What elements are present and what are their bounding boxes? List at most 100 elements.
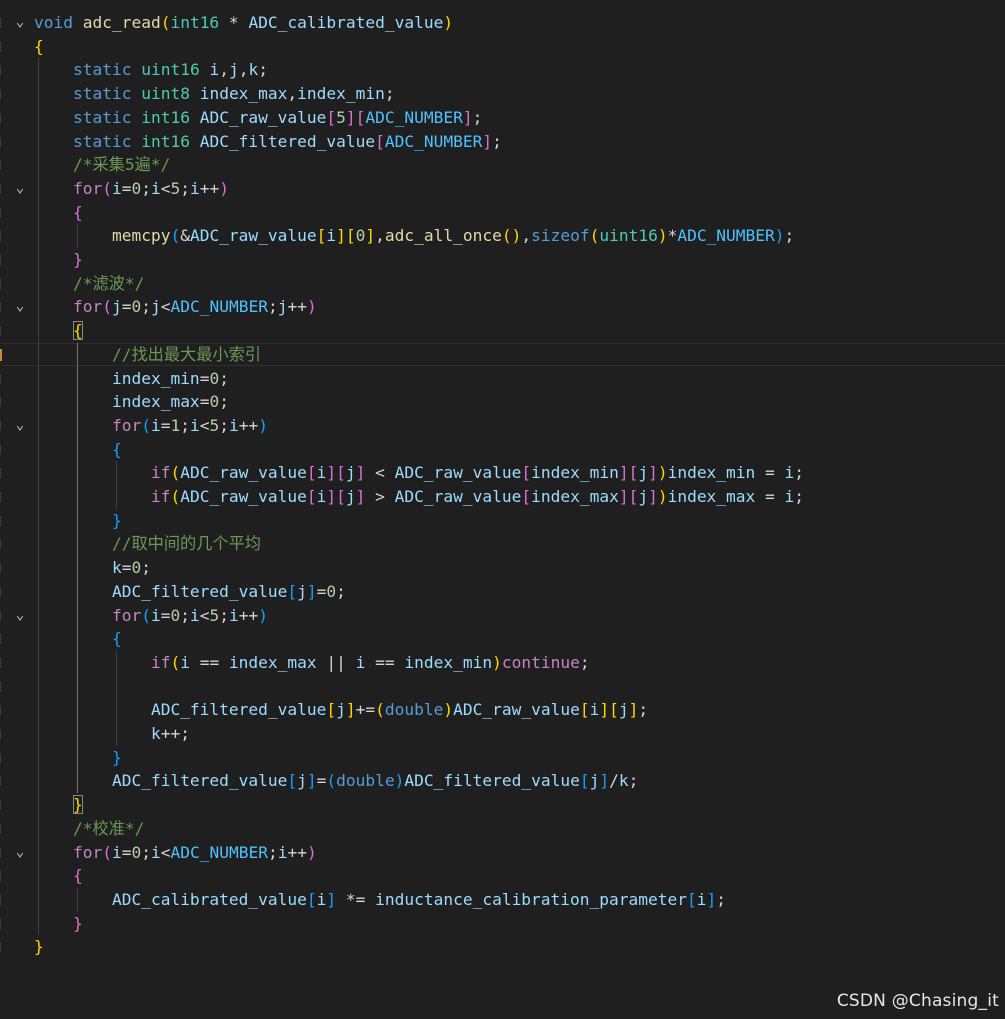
- code-token: ;: [384, 84, 395, 104]
- code-line[interactable]: ⌄ for(i=0;i<ADC_NUMBER;i++): [0, 841, 1005, 865]
- fold-chevron-icon[interactable]: ⌄: [12, 841, 28, 865]
- code-line[interactable]: [0, 675, 1005, 699]
- code-token: ): [492, 652, 502, 672]
- code-line[interactable]: if(ADC_raw_value[i][j] > ADC_raw_value[i…: [0, 485, 1005, 509]
- code-line[interactable]: }: [0, 912, 1005, 936]
- code-token: (: [170, 463, 181, 483]
- code-line[interactable]: }: [0, 248, 1005, 272]
- code-line[interactable]: {: [0, 438, 1005, 462]
- code-line[interactable]: /*滤波*/: [0, 272, 1005, 296]
- code-line[interactable]: }: [0, 793, 1005, 817]
- code-token: ][: [326, 463, 346, 483]
- code-line[interactable]: if(i == index_max || i == index_min)cont…: [0, 651, 1005, 675]
- gutter-marker: [0, 705, 4, 716]
- code-text: /*采集5遍*/: [34, 153, 170, 177]
- code-token: i: [316, 487, 327, 506]
- gutter-marker: [0, 729, 4, 739]
- gutter-marker: [0, 89, 4, 100]
- code-token: ++: [287, 297, 307, 317]
- code-line[interactable]: }: [0, 746, 1005, 770]
- fold-chevron-icon[interactable]: ⌄: [12, 11, 28, 35]
- code-token: =: [755, 463, 785, 483]
- code-token: ;: [638, 700, 649, 720]
- code-line[interactable]: static uint16 i,j,k;: [0, 58, 1005, 82]
- code-token: ): [306, 297, 317, 317]
- code-line[interactable]: static int16 ADC_raw_value[5][ADC_NUMBER…: [0, 106, 1005, 130]
- code-token: =: [316, 771, 327, 791]
- code-line[interactable]: ⌄ for(i=1;i<5;i++): [0, 414, 1005, 438]
- code-line[interactable]: k=0;: [0, 556, 1005, 580]
- code-line[interactable]: ADC_filtered_value[j]=(double)ADC_filter…: [0, 769, 1005, 793]
- code-token: static: [72, 131, 132, 151]
- code-token: i: [355, 652, 366, 672]
- code-token: ;: [141, 842, 151, 862]
- code-text: for(i=0;i<5;i++): [34, 604, 268, 628]
- code-line[interactable]: ⌄ for(j=0;j<ADC_NUMBER;j++): [0, 295, 1005, 319]
- code-line[interactable]: {: [0, 35, 1005, 59]
- code-token: ADC_filtered_value: [404, 771, 580, 791]
- code-line[interactable]: ⌄ void adc_read(int16 * ADC_calibrated_va…: [0, 11, 1005, 35]
- fold-chevron-icon[interactable]: ⌄: [12, 295, 28, 319]
- code-token: ADC_raw_value: [199, 107, 327, 127]
- code-text: //取中间的几个平均: [34, 532, 261, 556]
- code-token: [: [687, 889, 697, 909]
- code-token: ;: [784, 226, 795, 246]
- code-line[interactable]: k++;: [0, 722, 1005, 746]
- code-line[interactable]: memcpy(&ADC_raw_value[i][0],adc_all_once…: [0, 224, 1005, 248]
- code-line[interactable]: index_min=0;: [0, 367, 1005, 391]
- code-line[interactable]: {: [0, 864, 1005, 888]
- fold-chevron-icon[interactable]: ⌄: [12, 177, 28, 201]
- fold-chevron-icon[interactable]: ⌄: [12, 604, 28, 628]
- gutter-marker: [0, 563, 4, 574]
- code-line[interactable]: ADC_filtered_value[j]+=(double)ADC_raw_v…: [0, 698, 1005, 722]
- code-line[interactable]: ADC_filtered_value[j]=0;: [0, 580, 1005, 604]
- code-token: ;: [794, 463, 805, 483]
- code-token: ][: [336, 226, 356, 246]
- code-token: k: [111, 558, 122, 578]
- code-line[interactable]: /*采集5遍*/: [0, 153, 1005, 177]
- code-line[interactable]: static int16 ADC_filtered_value[ADC_NUMB…: [0, 130, 1005, 154]
- code-line[interactable]: {: [0, 201, 1005, 225]
- code-token: ++: [238, 605, 259, 625]
- code-line[interactable]: //取中间的几个平均: [0, 532, 1005, 556]
- code-token: [: [375, 131, 385, 151]
- code-token: ;: [219, 392, 229, 412]
- code-line[interactable]: index_max=0;: [0, 390, 1005, 414]
- gutter-marker: [0, 492, 4, 502]
- code-text: index_max=0;: [34, 390, 229, 414]
- code-line[interactable]: static uint8 index_max,index_min;: [0, 82, 1005, 106]
- code-line[interactable]: }: [0, 509, 1005, 533]
- code-line[interactable]: if(ADC_raw_value[i][j] < ADC_raw_value[i…: [0, 461, 1005, 485]
- fold-chevron-icon[interactable]: ⌄: [12, 414, 28, 438]
- code-line[interactable]: ⌄ for(i=0;i<5;i++): [0, 177, 1005, 201]
- code-line[interactable]: ⌄ for(i=0;i<5;i++): [0, 604, 1005, 628]
- code-token: ;: [141, 297, 151, 317]
- code-line[interactable]: /*校准*/: [0, 817, 1005, 841]
- code-token: 0: [355, 226, 366, 246]
- code-text: static uint16 i,j,k;: [34, 58, 268, 82]
- code-token: (): [501, 226, 522, 246]
- code-line[interactable]: //找出最大最小索引: [0, 343, 1005, 367]
- modified-line-marker: [0, 348, 5, 361]
- code-token: inductance_calibration_parameter: [375, 889, 687, 909]
- code-token: i: [150, 178, 161, 198]
- code-line[interactable]: {: [0, 627, 1005, 651]
- code-token: =: [316, 581, 327, 601]
- code-line[interactable]: ADC_calibrated_value[i] *= inductance_ca…: [0, 888, 1005, 912]
- code-token: ]: [706, 889, 717, 909]
- code-token: {: [72, 866, 83, 886]
- code-line[interactable]: {: [0, 319, 1005, 343]
- code-token: j: [111, 297, 122, 317]
- code-token: int16: [141, 107, 190, 127]
- code-token: =: [160, 415, 171, 435]
- code-line[interactable]: }: [0, 935, 1005, 959]
- code-editor[interactable]: ⌄ void adc_read(int16 * ADC_calibrated_va…: [0, 0, 1005, 1019]
- code-token: ADC_NUMBER: [365, 107, 463, 127]
